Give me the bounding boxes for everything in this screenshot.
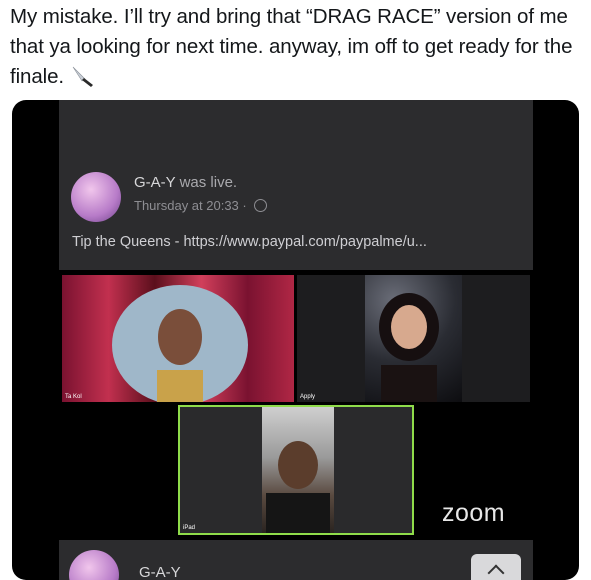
performer-figure bbox=[379, 293, 439, 402]
post-time: Thursday at 20:33 · bbox=[134, 198, 268, 213]
video-tile-1: Ta Kol bbox=[62, 275, 294, 402]
tile-label: iPad bbox=[183, 525, 196, 531]
bottom-author: G-A-Y bbox=[139, 564, 181, 580]
video-media[interactable]: G-A-Y was live. Thursday at 20:33 · Tip … bbox=[12, 100, 579, 580]
collapse-button[interactable] bbox=[471, 554, 521, 580]
tile-label: Ta Kol bbox=[65, 394, 82, 400]
live-status: was live. bbox=[179, 174, 238, 191]
post-header: G-A-Y was live. bbox=[134, 174, 237, 191]
video-tile-3-active: iPad bbox=[178, 405, 414, 535]
knife-emoji-icon bbox=[72, 66, 93, 87]
post-description: Tip the Queens - https://www.paypal.com/… bbox=[72, 234, 427, 250]
performer-figure bbox=[112, 285, 248, 402]
tweet-text: My mistake. I’ll try and bring that “DRA… bbox=[10, 2, 585, 92]
chevron-up-icon bbox=[487, 564, 505, 580]
facebook-live-card: G-A-Y was live. Thursday at 20:33 · Tip … bbox=[59, 100, 533, 270]
globe-icon bbox=[254, 199, 268, 212]
tile-label: Apply bbox=[300, 394, 316, 400]
bottom-post-bar: G-A-Y bbox=[59, 540, 533, 580]
post-timestamp: Thursday at 20:33 · bbox=[134, 198, 247, 213]
zoom-watermark: zoom bbox=[442, 499, 506, 527]
participant-figure bbox=[266, 441, 330, 533]
video-tile-2: Apply bbox=[297, 275, 530, 402]
page-avatar bbox=[71, 172, 121, 222]
post-author: G-A-Y bbox=[134, 174, 176, 191]
